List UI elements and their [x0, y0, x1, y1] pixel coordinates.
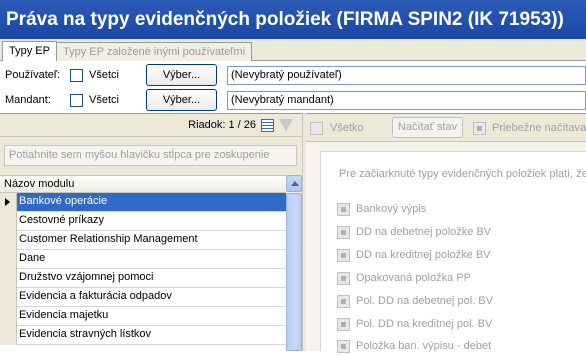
- row-header: [0, 288, 17, 307]
- list-item[interactable]: DD na debetnej položke BV: [337, 225, 586, 241]
- type-label: Pol. DD na debetnej pol. BV: [356, 295, 493, 307]
- table-row[interactable]: Družstvo vzájomnej pomoci: [0, 269, 286, 288]
- mandant-select-button[interactable]: Výber...: [146, 89, 217, 111]
- list-item[interactable]: Opakovaná položka PP: [337, 271, 586, 287]
- module-list: Bankové operácie Cestovné príkazy Custom…: [0, 193, 286, 351]
- type-label: DD na kreditnej položke BV: [356, 249, 491, 261]
- current-row-arrow-icon: [5, 198, 10, 206]
- table-row[interactable]: Evidencia stravných lístkov: [0, 326, 286, 345]
- mandant-value-field[interactable]: (Nevybratý mandant): [227, 91, 586, 110]
- type-checkbox[interactable]: [337, 249, 350, 262]
- module-name: Dane: [19, 252, 46, 264]
- select-all-label: Všetko: [330, 122, 364, 134]
- grid-layout-icon[interactable]: [261, 119, 274, 132]
- user-all-checkbox[interactable]: [70, 69, 83, 82]
- types-list-area: Pre začiarknuté typy evidenčných položie…: [320, 151, 586, 353]
- list-item[interactable]: Pol. DD na debetnej pol. BV: [337, 294, 586, 310]
- table-row[interactable]: Evidencia a fakturácia odpadov: [0, 288, 286, 307]
- row-header: [0, 269, 17, 288]
- list-item[interactable]: DD na kreditnej položke BV: [337, 248, 586, 264]
- tab-strip: Typy EP Typy EP založené inými používate…: [0, 39, 586, 62]
- table-row[interactable]: Customer Relationship Management: [0, 231, 286, 250]
- type-checkbox[interactable]: [337, 272, 350, 285]
- row-counter-bar: Riadok: 1 / 26: [0, 113, 302, 137]
- user-filter-row: Používateľ: Všetci Výber... (Nevybratý p…: [0, 63, 586, 87]
- row-header: [0, 231, 17, 250]
- group-by-hint[interactable]: Potiahnite sem myšou hlavičku stĺpca pre…: [4, 145, 297, 166]
- load-state-button[interactable]: Načítať stav: [392, 117, 463, 138]
- list-item[interactable]: Bankový výpis: [337, 202, 586, 218]
- filter-panel: Používateľ: Všetci Výber... (Nevybratý p…: [0, 61, 586, 113]
- scroll-up-icon[interactable]: [286, 175, 302, 192]
- module-name: Evidencia a fakturácia odpadov: [19, 290, 172, 302]
- row-header: [0, 307, 17, 326]
- list-item[interactable]: Položka ban. výpisu - debet: [337, 339, 586, 355]
- group-by-area: Potiahnite sem myšou hlavičku stĺpca pre…: [0, 137, 302, 175]
- row-header: [0, 193, 17, 212]
- table-row[interactable]: Bankové operácie: [0, 193, 286, 212]
- type-checkbox[interactable]: [337, 226, 350, 239]
- row-header: [0, 250, 17, 269]
- type-label: Opakovaná položka PP: [356, 272, 471, 284]
- table-row[interactable]: Cestovné príkazy: [0, 212, 286, 231]
- type-checkbox[interactable]: [337, 340, 350, 353]
- row-counter: Riadok: 1 / 26: [188, 119, 256, 131]
- module-name: Customer Relationship Management: [19, 233, 198, 245]
- module-name: Družstvo vzájomnej pomoci: [19, 271, 154, 283]
- list-item[interactable]: Pol. DD na kreditnej pol. BV: [337, 317, 586, 333]
- type-label: Bankový výpis: [356, 203, 427, 215]
- continuous-load-checkbox[interactable]: [473, 122, 486, 135]
- row-header: [0, 326, 17, 345]
- filter-icon[interactable]: [279, 119, 293, 131]
- module-name: Cestovné príkazy: [19, 214, 104, 226]
- row-header: [0, 212, 17, 231]
- type-label: Pol. DD na kreditnej pol. BV: [356, 318, 493, 330]
- module-list-scrollbar[interactable]: [286, 175, 302, 351]
- continuous-load-label: Priebežne načítavať: [492, 122, 586, 134]
- table-row[interactable]: Evidencia majetku: [0, 307, 286, 326]
- mandant-label: Mandant:: [5, 94, 51, 106]
- module-name: Evidencia majetku: [19, 309, 109, 321]
- select-all-checkbox[interactable]: [310, 122, 323, 135]
- types-toolbar: Všetko Načítať stav Priebežne načítavať: [306, 113, 586, 142]
- column-header-module-name[interactable]: Názov modulu: [0, 175, 286, 193]
- user-label: Používateľ:: [5, 69, 61, 81]
- type-label: Položka ban. výpisu - debet: [356, 340, 492, 352]
- window-title: Práva na typy evidenčných položiek (FIRM…: [0, 0, 586, 39]
- mandant-all-label: Všetci: [89, 94, 119, 106]
- type-checkbox[interactable]: [337, 203, 350, 216]
- type-checkbox[interactable]: [337, 295, 350, 308]
- module-grid-panel: Riadok: 1 / 26 Potiahnite sem myšou hlav…: [0, 113, 302, 351]
- tab-typy-ep[interactable]: Typy EP: [2, 41, 57, 62]
- mandant-filter-row: Mandant: Všetci Výber... (Nevybratý mand…: [0, 88, 586, 112]
- types-panel: Všetko Načítať stav Priebežne načítavať …: [306, 113, 586, 353]
- type-checkbox[interactable]: [337, 318, 350, 331]
- table-row[interactable]: Dane: [0, 250, 286, 269]
- types-notice: Pre začiarknuté typy evidenčných položie…: [339, 168, 586, 180]
- user-value-field[interactable]: (Nevybratý používateľ): [227, 66, 586, 85]
- tab-typy-ep-ini-pouzivatelia[interactable]: Typy EP založené inými používateľmi: [56, 42, 253, 61]
- mandant-all-checkbox[interactable]: [70, 94, 83, 107]
- user-select-button[interactable]: Výber...: [146, 64, 217, 86]
- scroll-thumb[interactable]: [286, 193, 302, 351]
- module-name: Evidencia stravných lístkov: [19, 328, 152, 340]
- user-all-label: Všetci: [89, 69, 119, 81]
- type-label: DD na debetnej položke BV: [356, 226, 492, 238]
- module-name: Bankové operácie: [19, 195, 108, 207]
